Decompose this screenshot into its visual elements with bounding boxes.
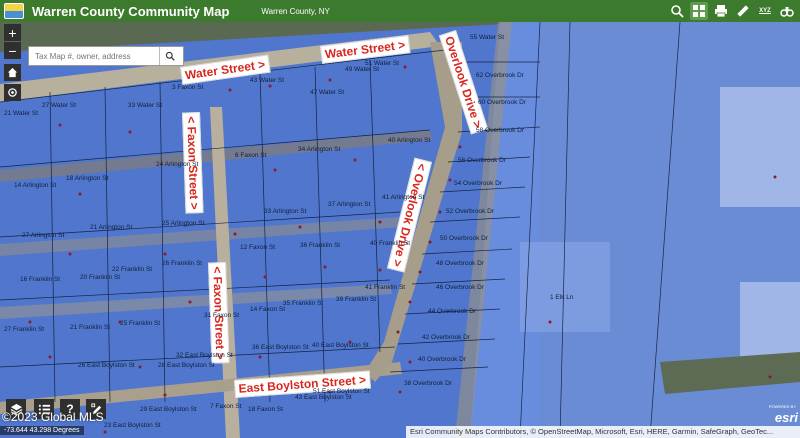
search-tool-icon[interactable] bbox=[668, 2, 686, 20]
parcel-label[interactable]: 54 Overbrook Dr bbox=[454, 180, 502, 187]
map-view[interactable]: Water Street > Water Street > Overlook D… bbox=[0, 22, 800, 438]
parcel-label[interactable]: 21 Arlington St bbox=[90, 224, 132, 231]
parcel-label[interactable]: 24 Arlington St bbox=[156, 161, 198, 168]
search-input[interactable] bbox=[29, 47, 159, 65]
search-submit-button[interactable] bbox=[159, 47, 179, 65]
locate-icon bbox=[8, 88, 17, 97]
parcel-label[interactable]: 16 Franklin St bbox=[20, 276, 60, 283]
parcel-label[interactable]: 38 Overbrook Dr bbox=[404, 380, 452, 387]
parcel-label[interactable]: 47 Water St bbox=[310, 89, 344, 96]
parcel-label[interactable]: 62 Overbrook Dr bbox=[476, 72, 524, 79]
parcel-label[interactable]: 37 Arlington St bbox=[328, 201, 370, 208]
parcel-label[interactable]: 21 Franklin St bbox=[70, 324, 110, 331]
parcel-label[interactable]: 18 Arlington St bbox=[66, 175, 108, 182]
parcel-label[interactable]: 26 Franklin St bbox=[162, 260, 202, 267]
parcel-label[interactable]: 43 East Boylston St bbox=[295, 394, 352, 401]
parcel-label[interactable]: 56 Overbrook Dr bbox=[458, 157, 506, 164]
parcel-label[interactable]: 26 East Boylston St bbox=[78, 362, 135, 369]
parcel-label[interactable]: 46 Overbrook Dr bbox=[436, 284, 484, 291]
parcel-label[interactable]: 28 East Boylston St bbox=[158, 362, 215, 369]
search-box bbox=[28, 46, 184, 66]
map-attribution[interactable]: Esri Community Maps Contributors, © Open… bbox=[406, 426, 800, 438]
zoom-out-button[interactable]: − bbox=[4, 42, 21, 59]
parcel-label[interactable]: 14 Faxon St bbox=[250, 306, 285, 313]
parcel-label[interactable]: 43 Water St bbox=[250, 77, 284, 84]
parcel-label[interactable]: 36 East Boylston St bbox=[252, 344, 309, 351]
parcel-label[interactable]: 25 Arlington St bbox=[162, 220, 204, 227]
parcel-label[interactable]: 40 Franklin St bbox=[370, 240, 410, 247]
binoculars-icon[interactable] bbox=[778, 2, 796, 20]
parcel-label[interactable]: 40 East Boylston St bbox=[312, 342, 369, 349]
parcel-label[interactable]: 23 East Boylston St bbox=[104, 422, 161, 429]
parcel-label[interactable]: 7 Faxon St bbox=[210, 403, 241, 410]
app-title: Warren County Community Map bbox=[32, 3, 230, 19]
parcel-label[interactable]: 49 Water St bbox=[345, 66, 379, 73]
print-icon[interactable] bbox=[712, 2, 730, 20]
parcel-label[interactable]: 22 Franklin St bbox=[112, 266, 152, 273]
search-icon bbox=[165, 51, 175, 61]
parcel-label[interactable]: 27 Franklin St bbox=[4, 326, 44, 333]
grid-icon[interactable] bbox=[690, 2, 708, 20]
parcel-label[interactable]: 50 Overbrook Dr bbox=[440, 235, 488, 242]
parcel-label[interactable]: 12 Faxon St bbox=[240, 244, 275, 251]
parcel-label[interactable]: 42 Overbrook Dr bbox=[422, 334, 470, 341]
parcel-label[interactable]: 25 Franklin St bbox=[120, 320, 160, 327]
parcel-label[interactable]: 31 Faxon St bbox=[204, 312, 239, 319]
parcel-label[interactable]: 27 Arlington St bbox=[22, 232, 64, 239]
parcel-label[interactable]: 58 Overbrook Dr bbox=[476, 127, 524, 134]
county-logo bbox=[4, 3, 24, 19]
parcel-label[interactable]: 21 Water St bbox=[4, 110, 38, 117]
parcel-label[interactable]: 44 Overbrook Dr bbox=[428, 308, 476, 315]
app: Warren County Community Map Warren Count… bbox=[0, 0, 800, 438]
parcel-label[interactable]: 33 Arlington St bbox=[264, 208, 306, 215]
parcel-label[interactable]: 39 Franklin St bbox=[336, 296, 376, 303]
parcel-label[interactable]: 41 Franklin St bbox=[365, 284, 405, 291]
parcel-label[interactable]: 41 Arlington St bbox=[382, 194, 424, 201]
parcel-label[interactable]: 18 Faxon St bbox=[248, 406, 283, 413]
home-icon bbox=[7, 67, 18, 78]
home-button[interactable] bbox=[4, 64, 21, 81]
app-subtitle: Warren County, NY bbox=[261, 6, 330, 16]
parcel-label[interactable]: 6 Faxon St bbox=[235, 152, 266, 159]
locate-button[interactable] bbox=[4, 84, 21, 101]
xyz-icon[interactable]: XYZ bbox=[756, 2, 774, 20]
parcel-label[interactable]: 34 Arlington St bbox=[298, 146, 340, 153]
parcel-label[interactable]: 20 Franklin St bbox=[80, 274, 120, 281]
mls-watermark: ©2023 Global MLS bbox=[2, 410, 104, 424]
parcel-label[interactable]: 14 Arlington St bbox=[14, 182, 56, 189]
parcel-label[interactable]: 52 Overbrook Dr bbox=[446, 208, 494, 215]
parcel-label[interactable]: 35 Franklin St bbox=[283, 300, 323, 307]
parcel-label[interactable]: 29 East Boylston St bbox=[140, 406, 197, 413]
parcel-label[interactable]: 3 Faxon St bbox=[172, 84, 203, 91]
esri-logo: POWERED BY esri bbox=[768, 404, 798, 425]
parcel-label[interactable]: 27 Water St bbox=[42, 102, 76, 109]
parcel-label[interactable]: 55 Water St bbox=[470, 34, 504, 41]
app-header: Warren County Community Map Warren Count… bbox=[0, 0, 800, 22]
parcel-label[interactable]: 1 Elk Ln bbox=[550, 294, 574, 301]
parcel-label[interactable]: 60 Overbrook Dr bbox=[478, 99, 526, 106]
parcel-label[interactable]: 40 Arlington St bbox=[388, 137, 430, 144]
parcel-label[interactable]: 32 East Boylston St bbox=[176, 352, 233, 359]
header-toolbar: XYZ bbox=[668, 2, 796, 20]
parcel-label[interactable]: 33 Water St bbox=[128, 102, 162, 109]
parcel-label[interactable]: 36 Franklin St bbox=[300, 242, 340, 249]
parcel-label[interactable]: 40 Overbrook Dr bbox=[418, 356, 466, 363]
zoom-in-button[interactable]: + bbox=[4, 24, 21, 41]
parcel-label[interactable]: 48 Overbrook Dr bbox=[436, 260, 484, 267]
coordinates-readout: -73.644 43.298 Degrees bbox=[0, 426, 84, 435]
measure-icon[interactable] bbox=[734, 2, 752, 20]
